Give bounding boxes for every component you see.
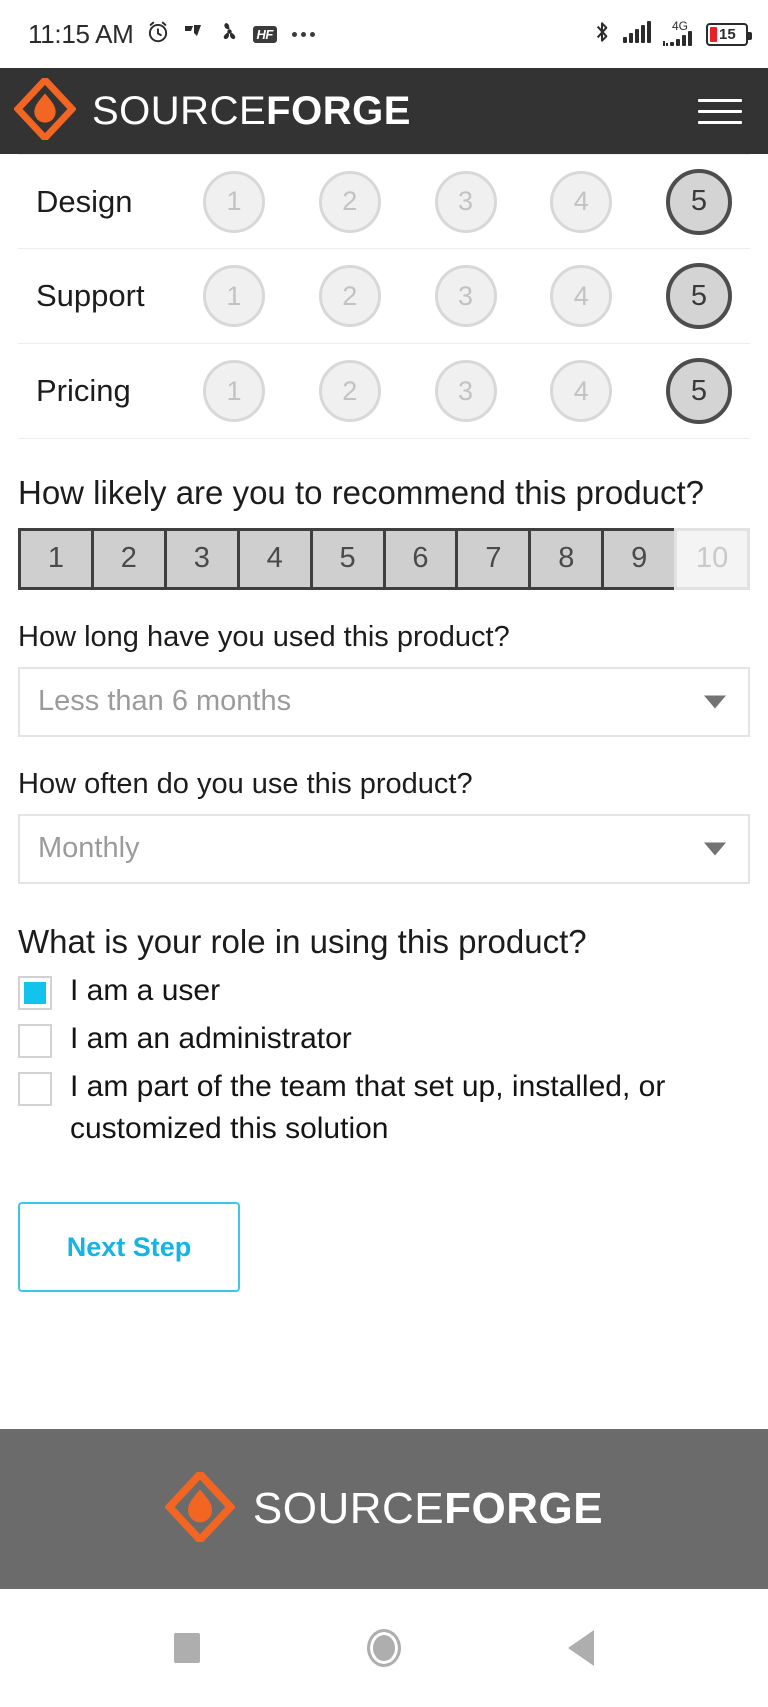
nps-scale: 1 2 3 4 5 6 7 8 9 10 (18, 527, 751, 590)
role-question-label: What is your role in using this product? (18, 922, 587, 960)
battery-level-fill (710, 26, 717, 42)
duration-select-value: Less than 6 months (38, 685, 292, 718)
sourceforge-flame-icon (164, 1468, 236, 1547)
checkbox-icon[interactable] (18, 1072, 52, 1107)
hamburger-menu-icon[interactable] (698, 98, 742, 124)
cellular-signal-icon: 4G (663, 20, 697, 48)
role-option-label: I am an administrator (70, 1022, 352, 1056)
rating-option-3[interactable]: 3 (434, 360, 497, 422)
alarm-clock-icon (145, 19, 171, 50)
rating-option-2[interactable]: 2 (318, 265, 381, 327)
chevron-down-icon (704, 695, 726, 709)
frequency-question-block: How often do you use this product? Month… (0, 763, 768, 884)
nps-option-10[interactable]: 10 (674, 527, 751, 590)
footer-wordmark-forge: FORGE (444, 1484, 604, 1533)
nps-option-7[interactable]: 7 (455, 527, 529, 590)
rating-option-4[interactable]: 4 (550, 360, 613, 422)
form-actions: Next Step (0, 1202, 768, 1293)
more-dots-icon (291, 31, 315, 37)
footer-sourceforge-logo[interactable]: SOURCEFORGE (164, 1468, 603, 1547)
rating-row-support: Support 1 2 3 4 5 (18, 249, 750, 344)
duration-question-label: How long have you used this product? (18, 620, 510, 653)
sourceforge-flame-icon (13, 74, 77, 145)
status-bar: 11:15 AM HF 4G 15 (0, 0, 768, 68)
rating-scale: 1 2 3 4 5 (203, 358, 750, 424)
page-footer: SOURCEFORGE (0, 1429, 768, 1589)
app-header: SOURCEFORGE (0, 68, 768, 154)
battery-icon: 15 (706, 22, 752, 46)
survey-form: Design 1 2 3 4 5 Support 1 2 3 4 5 Prici… (0, 154, 768, 1429)
checkbox-icon[interactable] (18, 976, 52, 1011)
duration-question-block: How long have you used this product? Les… (0, 616, 768, 737)
frequency-select-value: Monthly (38, 832, 140, 865)
rating-label: Support (36, 278, 145, 313)
recent-apps-icon[interactable] (173, 1633, 200, 1663)
rating-option-5[interactable]: 5 (666, 263, 732, 329)
nps-option-5[interactable]: 5 (309, 527, 383, 590)
tiktok-icon (182, 20, 206, 49)
rating-label: Pricing (36, 373, 131, 408)
rating-table: Design 1 2 3 4 5 Support 1 2 3 4 5 Prici… (0, 154, 768, 439)
role-option-label: I am a user (70, 974, 221, 1008)
role-option-team[interactable]: I am part of the team that set up, insta… (18, 1066, 750, 1150)
status-time: 11:15 AM (28, 18, 134, 49)
rating-option-3[interactable]: 3 (434, 265, 497, 327)
wifi-signal-icon (622, 20, 654, 49)
rating-label: Design (36, 183, 133, 219)
rating-option-2[interactable]: 2 (318, 170, 381, 233)
nps-option-1[interactable]: 1 (18, 527, 91, 590)
status-bar-left: 11:15 AM HF (28, 19, 315, 50)
status-bar-right: 4G 15 (591, 19, 752, 50)
duration-select[interactable]: Less than 6 months (18, 666, 750, 737)
frequency-select[interactable]: Monthly (18, 813, 750, 884)
phone-screen: 11:15 AM HF 4G 15 SOURCEFORGE Design 1 2… (0, 0, 768, 1707)
fan-icon (217, 19, 242, 49)
nps-option-8[interactable]: 8 (528, 527, 602, 590)
rating-option-5[interactable]: 5 (666, 168, 732, 235)
rating-option-2[interactable]: 2 (318, 360, 381, 422)
next-step-button[interactable]: Next Step (18, 1202, 240, 1293)
checkbox-icon[interactable] (18, 1024, 52, 1059)
role-question-block: What is your role in using this product?… (0, 918, 768, 1151)
home-icon[interactable] (366, 1629, 401, 1667)
rating-option-4[interactable]: 4 (550, 265, 613, 327)
wordmark-forge: FORGE (266, 89, 411, 133)
nps-option-6[interactable]: 6 (382, 527, 456, 590)
chevron-down-icon (704, 842, 726, 856)
back-icon[interactable] (568, 1630, 595, 1666)
footer-wordmark: SOURCEFORGE (253, 1487, 603, 1531)
rating-option-1[interactable]: 1 (203, 265, 265, 327)
rating-option-5[interactable]: 5 (666, 358, 732, 424)
nps-question-block: How likely are you to recommend this pro… (0, 469, 768, 590)
rating-option-4[interactable]: 4 (550, 170, 613, 233)
footer-wordmark-source: SOURCE (252, 1484, 445, 1533)
role-option-label: I am part of the team that set up, insta… (70, 1070, 666, 1146)
bluetooth-icon (591, 19, 613, 50)
role-option-user[interactable]: I am a user (18, 970, 750, 1012)
nps-option-9[interactable]: 9 (601, 527, 675, 590)
nps-option-2[interactable]: 2 (90, 527, 164, 590)
role-checkbox-list: I am a user I am an administrator I am p… (18, 970, 750, 1150)
rating-option-3[interactable]: 3 (434, 170, 497, 233)
rating-scale: 1 2 3 4 5 (203, 263, 750, 329)
battery-percent-label: 15 (719, 25, 736, 43)
rating-row-design: Design 1 2 3 4 5 (18, 154, 750, 249)
role-option-administrator[interactable]: I am an administrator (18, 1018, 750, 1060)
sourceforge-wordmark: SOURCEFORGE (92, 91, 411, 131)
hf-badge-icon: HF (252, 25, 277, 43)
nps-option-3[interactable]: 3 (163, 527, 237, 590)
rating-option-1[interactable]: 1 (203, 170, 265, 233)
rating-option-1[interactable]: 1 (203, 360, 265, 422)
rating-row-pricing: Pricing 1 2 3 4 5 (18, 344, 750, 439)
nps-question-label: How likely are you to recommend this pro… (18, 474, 704, 511)
rating-scale: 1 2 3 4 5 (203, 168, 750, 235)
frequency-question-label: How often do you use this product? (18, 767, 473, 800)
wordmark-source: SOURCE (92, 89, 267, 133)
sourceforge-logo[interactable]: SOURCEFORGE (13, 74, 411, 145)
nps-option-4[interactable]: 4 (236, 527, 310, 590)
android-nav-bar (0, 1589, 768, 1707)
